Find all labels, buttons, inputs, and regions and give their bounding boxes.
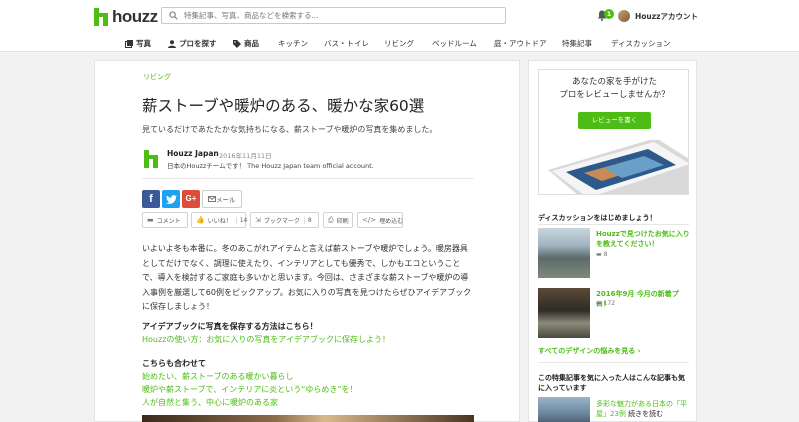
chevron-right-icon: ›	[637, 347, 641, 355]
facebook-share-button[interactable]: f	[142, 190, 160, 208]
discussion-count-1: ▬ 8	[596, 251, 608, 258]
article-subtitle: 見ているだけであたたかな気持ちになる、薪ストーブや暖炉の写真を集めました。	[142, 125, 438, 134]
nav-bath[interactable]: バス・トイレ	[324, 38, 369, 49]
nav-living[interactable]: リビング	[384, 38, 414, 49]
like-count: 14	[235, 216, 247, 224]
discussion-heading: ディスカッションをはじめましょう！	[538, 214, 657, 222]
comment-icon: ▬	[596, 251, 602, 258]
ideabook-heading: アイデアブックに写真を保存する方法はこちら！	[142, 322, 318, 331]
person-icon	[168, 39, 176, 48]
nav-find-pro[interactable]: プロを探す	[168, 38, 217, 49]
author-box: Houzz Japan 2016年11月11日 日本のHouzzチームです！ T…	[142, 146, 474, 179]
article-category[interactable]: リビング	[143, 72, 171, 82]
ideabook-link[interactable]: Houzzの使い方：お気に入りの写真をアイデアブックに保存しよう！	[142, 334, 390, 345]
article: リビング 薪ストーブや暖炉のある、暖かな家60選 見ているだけであたたかな気持ち…	[94, 60, 520, 422]
also-liked-link[interactable]: 多彩な魅力がある日本の「平屋」23例 続きを読む	[596, 399, 692, 419]
comment-icon: ▬	[147, 216, 154, 224]
houzz-logo[interactable]: houzz	[94, 7, 158, 27]
avatar[interactable]	[618, 10, 630, 22]
print-button[interactable]: ⎙ 印刷	[323, 212, 353, 228]
article-title: 薪ストーブや暖炉のある、暖かな家60選	[142, 97, 425, 115]
notification-badge: 1	[604, 9, 614, 19]
like-button[interactable]: 👍 いいね！ 14	[191, 212, 247, 228]
divider	[538, 362, 689, 363]
search-input[interactable]	[184, 11, 484, 20]
logo-text: houzz	[112, 7, 158, 26]
bookmark-button[interactable]: ⇲ ブックマーク 8	[250, 212, 319, 228]
code-icon: </>	[362, 216, 377, 224]
twitter-share-button[interactable]	[162, 190, 180, 208]
twitter-icon	[165, 195, 177, 204]
author-name[interactable]: Houzz Japan	[167, 149, 219, 158]
embed-button[interactable]: </> 埋め込む	[357, 212, 403, 228]
divider	[538, 224, 689, 225]
comment-icon: ▬	[596, 300, 602, 307]
discussion-link-1[interactable]: Houzzで見つけたお気に入りを教えてください！	[596, 229, 692, 249]
nav-products[interactable]: 商品	[233, 38, 259, 49]
search-box[interactable]	[161, 7, 506, 24]
all-discussions-link[interactable]: すべてのデザインの悩みを見る ›	[538, 346, 641, 356]
related-link-2[interactable]: 暖炉や薪ストーブで、インテリアに炎という“ゆらめき”を！	[142, 384, 358, 395]
nav-stories[interactable]: 特集記事	[562, 38, 592, 49]
related-link-3[interactable]: 人が自然と集う、中心に暖炉のある家	[142, 397, 278, 408]
account-menu[interactable]: Houzzアカウント	[635, 11, 698, 22]
sidebar: あなたの家を手がけた プロをレビューしませんか？ レビューを書く ディスカッショ…	[528, 60, 697, 422]
article-intro: いよいよ冬も本番に。冬のあこがれアイテムと言えば薪ストーブや暖炉でしょう。暖房器…	[142, 244, 472, 311]
author-date: 2016年11月11日	[219, 152, 272, 160]
nav-bedroom[interactable]: ベッドルーム	[432, 38, 477, 49]
author-description: 日本のHouzzチームです！ The Houzz Japan team offi…	[167, 162, 374, 170]
main-nav: 写真 プロを探す 商品 キッチン バス・トイレ リビング ベッドルーム 庭・アウ…	[0, 33, 799, 52]
write-review-button[interactable]: レビューを書く	[578, 112, 651, 129]
photos-icon	[125, 39, 133, 48]
article-hero-image[interactable]	[142, 415, 474, 422]
search-icon	[169, 11, 178, 20]
mail-share-button[interactable]: メール	[202, 190, 242, 208]
comment-button[interactable]: ▬ コメント	[142, 212, 188, 228]
tablet-illustration	[548, 140, 688, 194]
houzz-logo-icon	[94, 8, 108, 26]
nav-photos[interactable]: 写真	[125, 38, 151, 49]
promo-text: あなたの家を手がけた プロをレビューしませんか？	[559, 77, 670, 100]
nav-kitchen[interactable]: キッチン	[278, 38, 308, 49]
top-bar: houzz 1 Houzzアカウント	[0, 0, 799, 33]
related-heading: こちらも合わせて	[142, 359, 206, 368]
print-icon: ⎙	[328, 215, 334, 224]
discussion-thumbnail-2[interactable]	[538, 288, 590, 338]
bookmark-count: 8	[303, 216, 312, 224]
bookmark-icon: ⇲	[255, 216, 261, 224]
review-promo: あなたの家を手がけた プロをレビューしませんか？ レビューを書く	[538, 69, 689, 195]
google-plus-share-button[interactable]: G+	[182, 190, 200, 208]
thumbs-up-icon: 👍	[196, 216, 205, 224]
discussion-count-2: ▬ 172	[596, 300, 616, 307]
nav-discussions[interactable]: ディスカッション	[611, 38, 670, 49]
mail-icon	[208, 196, 216, 202]
also-liked-thumbnail[interactable]	[538, 397, 590, 422]
also-liked-heading: この特集記事を気に入った人はこんな記事も気に入っています	[538, 374, 685, 392]
houzz-author-logo-icon[interactable]	[144, 150, 158, 168]
related-link-1[interactable]: 始めたい、薪ストーブのある暖かい暮らし	[142, 371, 294, 382]
discussion-thumbnail-1[interactable]	[538, 228, 590, 278]
nav-garden[interactable]: 庭・アウトドア	[494, 38, 547, 49]
tag-icon	[233, 39, 241, 48]
